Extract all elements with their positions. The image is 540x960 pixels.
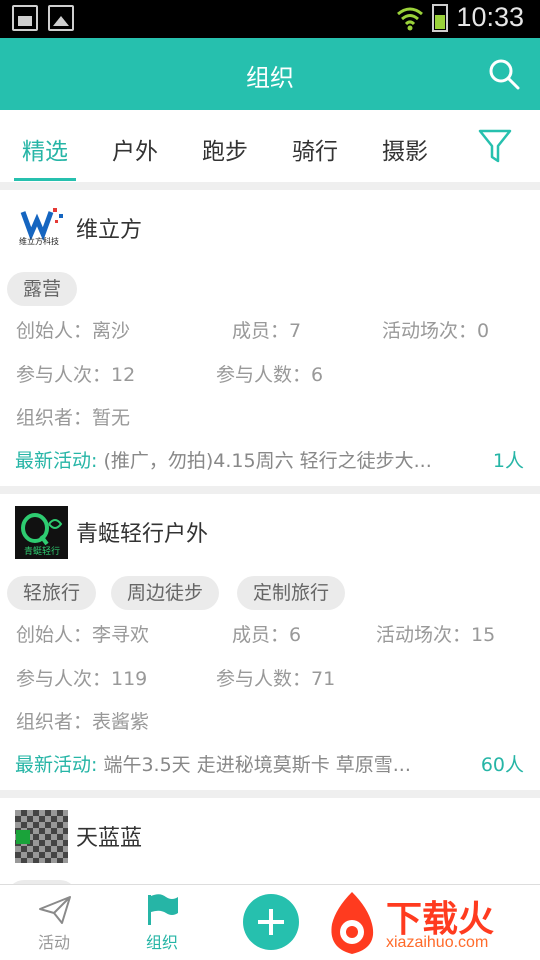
org-organizer: 组织者：表酱紫 — [16, 711, 150, 733]
nav-activities[interactable]: 活动 — [14, 885, 94, 960]
nav-label: 组织 — [145, 933, 178, 952]
org-participants: 参与人数：71 — [216, 668, 336, 690]
tab-cycling[interactable]: 骑行 — [292, 132, 338, 166]
add-button[interactable] — [243, 894, 299, 950]
fire-logo-icon — [331, 892, 374, 954]
latest-activity-title: 端午3.5天 走进秘境莫斯卡 草原雪... — [103, 754, 411, 776]
latest-activity-label: 最新活动: — [15, 754, 98, 776]
org-tag: 露营 — [7, 272, 78, 306]
flag-icon — [148, 894, 178, 925]
org-members: 成员：7 — [232, 320, 302, 342]
org-logo — [15, 810, 68, 863]
watermark-site: xiazaihuo.com — [386, 934, 489, 951]
org-name: 青蜓轻行户外 — [76, 522, 209, 547]
filter-icon[interactable] — [478, 128, 512, 164]
page-title: 组织 — [246, 64, 294, 92]
active-tab-indicator — [14, 178, 76, 181]
org-organizer: 组织者：暂无 — [16, 407, 131, 429]
org-card[interactable]: 青蜓轻行 青蜓轻行户外 轻旅行 周边徒步 定制旅行 创始人：李寻欢 成员：6 活… — [0, 494, 540, 790]
org-participants: 参与人数：6 — [216, 364, 324, 386]
tab-running[interactable]: 跑步 — [202, 132, 248, 166]
org-members: 成员：6 — [232, 624, 302, 646]
sim-card-icon — [12, 5, 38, 31]
nav-label: 活动 — [37, 933, 70, 952]
org-name: 天蓝蓝 — [76, 826, 143, 851]
org-card[interactable]: 维立方科技 维立方 露营 创始人：离沙 成员：7 活动场次：0 参与人次：12 … — [0, 190, 540, 486]
image-icon — [48, 5, 74, 31]
org-logo-text: 青蜓轻行 — [24, 547, 61, 557]
org-event-count: 活动场次：0 — [382, 320, 490, 342]
nav-organizations[interactable]: 组织 — [122, 885, 202, 960]
tab-featured[interactable]: 精选 — [22, 132, 68, 166]
status-bar: 10:33 — [0, 0, 540, 38]
org-logo — [15, 202, 68, 255]
org-logo-text: 维立方科技 — [19, 237, 59, 246]
status-time: 10:33 — [456, 2, 524, 32]
category-tabs: 精选 户外 跑步 骑行 摄影 — [0, 110, 540, 182]
org-founder: 创始人：离沙 — [16, 320, 131, 342]
org-name: 维立方 — [76, 218, 143, 243]
org-card[interactable]: 天蓝蓝 — [0, 798, 540, 914]
org-tag: 定制旅行 — [237, 576, 346, 610]
latest-activity-title: (推广，勿拍)4.15周六 轻行之徒步大... — [103, 450, 432, 472]
org-tag: 周边徒步 — [111, 576, 220, 610]
org-tag: 轻旅行 — [7, 576, 97, 610]
org-latest-activity[interactable]: 最新活动: (推广，勿拍)4.15周六 轻行之徒步大... — [15, 446, 432, 473]
latest-activity-label: 最新活动: — [15, 450, 98, 472]
tab-photography[interactable]: 摄影 — [382, 132, 428, 166]
tab-outdoor[interactable]: 户外 — [112, 132, 158, 166]
org-participations: 参与人次：119 — [16, 668, 148, 690]
org-latest-activity[interactable]: 最新活动: 端午3.5天 走进秘境莫斯卡 草原雪... — [15, 750, 411, 777]
app-header: 组织 — [0, 38, 540, 110]
org-participations: 参与人次：12 — [16, 364, 136, 386]
latest-activity-count: 1人 — [492, 450, 524, 472]
org-event-count: 活动场次：15 — [376, 624, 496, 646]
latest-activity-count: 60人 — [480, 754, 524, 776]
battery-icon — [432, 3, 449, 32]
watermark: 下载火 xiazaihuo.com — [320, 886, 540, 960]
search-icon[interactable] — [488, 58, 520, 90]
org-founder: 创始人：李寻欢 — [16, 624, 150, 646]
wifi-icon — [397, 7, 424, 30]
paper-plane-icon — [39, 896, 71, 924]
